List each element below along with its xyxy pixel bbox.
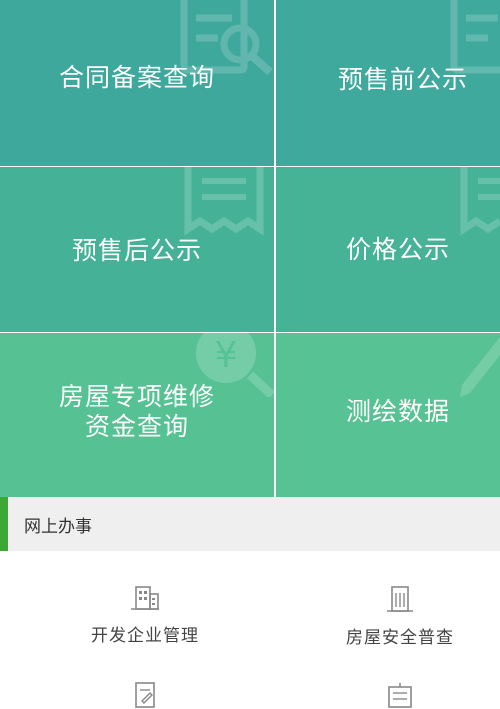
- section-accent-bar: [0, 497, 8, 551]
- tile-price-notice[interactable]: 价格公示: [276, 167, 500, 332]
- section-title: 网上办事: [24, 516, 92, 537]
- receipt-icon: [184, 167, 264, 236]
- tile-contract-filing-query[interactable]: 合同备案查询: [0, 0, 274, 166]
- service-document-edit[interactable]: [20, 681, 270, 709]
- tile-label: 预售后公示: [71, 235, 202, 265]
- building-icon: [388, 683, 412, 708]
- service-developer-management[interactable]: 开发企业管理: [20, 585, 270, 646]
- tile-label-line2: 资金查询: [84, 412, 189, 441]
- tile-label: 房屋专项维修 资金查询: [59, 382, 215, 442]
- section-header-online-services: 网上办事: [0, 497, 500, 551]
- tile-presale-after-notice[interactable]: 预售后公示: [0, 167, 274, 332]
- service-label: 开发企业管理: [91, 626, 199, 646]
- tile-label: 测绘数据: [345, 397, 450, 426]
- tile-label-line1: 房屋专项维修: [58, 382, 215, 411]
- tile-presale-before-notice[interactable]: 预售前公示: [276, 0, 500, 166]
- tile-survey-data[interactable]: 测绘数据: [276, 333, 500, 497]
- tile-label: 合同备案查询: [58, 63, 215, 92]
- service-tile-grid: 合同备案查询 预售前公示 预售后公示 价格公示 ¥ 房屋专项维修 资金查询 测绘…: [0, 0, 500, 497]
- online-services-list: 开发企业管理 房屋安全普查: [0, 551, 500, 708]
- tall-building-icon: [387, 586, 413, 612]
- tile-label: 价格公示: [345, 234, 450, 264]
- pencil-icon: [460, 337, 500, 397]
- service-housing-safety-survey[interactable]: 房屋安全普查: [275, 585, 500, 648]
- building-icon: [131, 586, 159, 610]
- tile-label: 预售前公示: [337, 65, 468, 94]
- document-edit-icon: [135, 682, 155, 708]
- tile-maintenance-fund-query[interactable]: ¥ 房屋专项维修 资金查询: [0, 333, 274, 497]
- service-building[interactable]: [275, 681, 500, 709]
- service-label: 房屋安全普查: [346, 628, 454, 648]
- receipt-icon: [460, 167, 500, 236]
- svg-text:¥: ¥: [215, 335, 238, 376]
